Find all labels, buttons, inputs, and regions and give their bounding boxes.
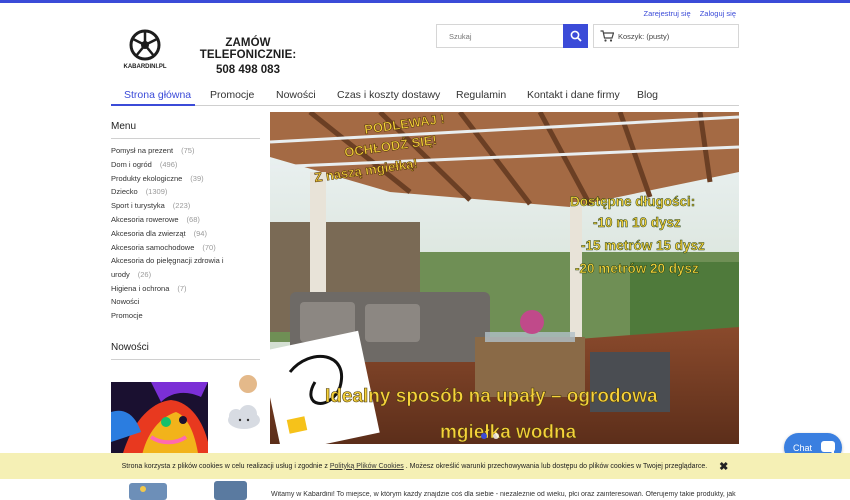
cart-box[interactable]: Koszyk: (pusty): [593, 24, 739, 48]
news-product-image-2[interactable]: [222, 372, 260, 458]
nav-item-delivery[interactable]: Czas i koszty dostawy: [337, 89, 440, 101]
menu-divider: [111, 138, 260, 139]
sidebar-item-health-beauty-cont[interactable]: urody (26): [111, 270, 151, 280]
cart-label: Koszyk: (pusty): [618, 31, 670, 41]
svg-text:KABARDINI.PL: KABARDINI.PL: [124, 64, 167, 70]
welcome-text: Witamy w Kabardini! To miejsce, w którym…: [271, 491, 736, 498]
top-accent-bar: [0, 0, 850, 3]
chat-label: Chat: [793, 442, 813, 453]
sidebar-item-health-beauty[interactable]: Akcesoria do pielęgnacji zdrowia i: [111, 256, 232, 266]
cart-icon: [600, 30, 614, 42]
nav-item-blog[interactable]: Blog: [637, 89, 658, 101]
sidebar-item-child[interactable]: Dziecko (1309): [111, 187, 167, 197]
nav-item-home[interactable]: Strona główna: [124, 89, 191, 101]
account-links: Zarejestruj się Zaloguj się: [637, 9, 736, 18]
cookie-text-1: Strona korzysta z plików cookies w celu …: [121, 462, 328, 470]
length-2: -15 metrów 15 dysz: [581, 238, 705, 253]
search-icon: [570, 30, 582, 42]
sidebar-item-hygiene[interactable]: Higiena i ochrona (7): [111, 284, 187, 294]
caption-line-1: Idealny sposób na upały – ogrodowa: [325, 386, 658, 407]
nav-item-contact[interactable]: Kontakt i dane firmy: [527, 89, 620, 101]
site-logo[interactable]: KABARDINI.PL: [121, 28, 169, 70]
cookie-text-2: . Możesz określić warunki przechowywania…: [405, 462, 708, 470]
news-heading: Nowości: [111, 342, 149, 353]
nav-item-promotions[interactable]: Promocje: [210, 89, 254, 101]
slider-dot-2: [493, 433, 499, 439]
sidebar-item-news[interactable]: Nowości: [111, 297, 147, 307]
menu-heading: Menu: [111, 121, 137, 132]
sidebar-item-gift-ideas[interactable]: Pomysł na prezent (75): [111, 146, 194, 156]
news-product-image-1[interactable]: [111, 382, 208, 460]
nav-active-indicator: [111, 104, 195, 106]
length-3: -20 metrów 20 dysz: [575, 261, 699, 276]
lengths-title: Dostępne długości:: [570, 194, 695, 209]
login-link[interactable]: Zaloguj się: [700, 9, 736, 18]
sidebar-item-promotions[interactable]: Promocje: [111, 311, 151, 321]
close-icon[interactable]: ✖: [719, 460, 728, 473]
nav-item-news[interactable]: Nowości: [276, 89, 316, 101]
main-navigation: Strona główna Promocje Nowości Czas i ko…: [111, 86, 739, 106]
sidebar-item-home-garden[interactable]: Dom i ogród (496): [111, 160, 177, 170]
phone-label: ZAMÓW TELEFONICZNIE:: [199, 37, 297, 61]
hero-banner-image: PODLEWAJ ! OCHŁODŹ SIĘ! Z naszą mgiełką!…: [270, 112, 739, 444]
hero-slider[interactable]: PODLEWAJ ! OCHŁODŹ SIĘ! Z naszą mgiełką!…: [270, 112, 739, 444]
nav-item-terms[interactable]: Regulamin: [456, 89, 506, 101]
sidebar-item-sport[interactable]: Sport i turystyka (223): [111, 201, 190, 211]
caption-line-2: mgiełka wodna: [440, 422, 577, 443]
phone-order-box: ZAMÓW TELEFONICZNIE: 508 498 083: [178, 37, 318, 76]
sidebar-item-eco-products[interactable]: Produkty ekologiczne (39): [111, 174, 204, 184]
phone-number[interactable]: 508 498 083: [178, 64, 318, 76]
sidebar-item-pets[interactable]: Akcesoria dla zwierząt (94): [111, 229, 207, 239]
register-link[interactable]: Zarejestruj się: [644, 9, 691, 18]
sidebar-item-car[interactable]: Akcesoria samochodowe (70): [111, 243, 216, 253]
cookie-policy-link[interactable]: Polityką Plików Cookies: [330, 463, 404, 470]
cookie-banner: Strona korzysta z plików cookies w celu …: [0, 453, 850, 479]
news-divider: [111, 359, 260, 360]
search-button[interactable]: [563, 24, 588, 48]
logo-wheel-icon: KABARDINI.PL: [124, 29, 167, 70]
slider-dot-1: [481, 433, 487, 439]
chat-bubble-icon: [821, 441, 835, 455]
news-product-image-3[interactable]: [119, 479, 247, 500]
sidebar-item-bike[interactable]: Akcesoria rowerowe (68): [111, 215, 200, 225]
search-input[interactable]: [437, 25, 557, 47]
length-1: -10 m 10 dysz: [593, 215, 681, 230]
